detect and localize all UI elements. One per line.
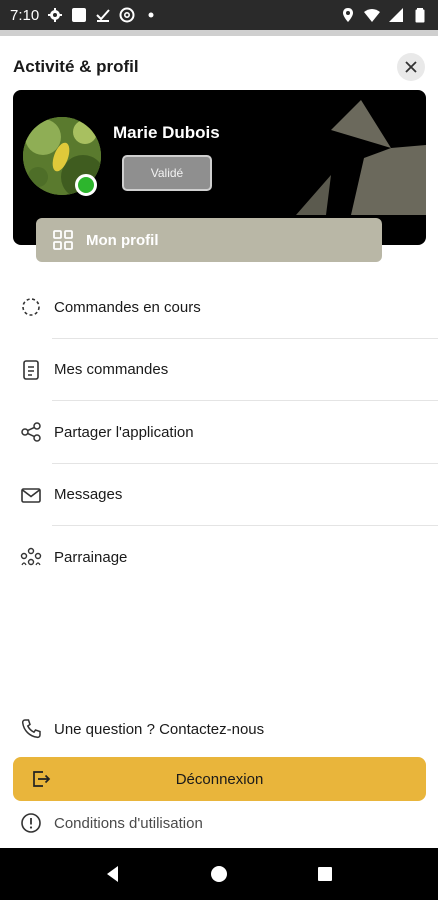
- menu-item-referral[interactable]: Parrainage: [0, 526, 438, 589]
- page-title: Activité & profil: [13, 57, 139, 76]
- menu-item-share-app[interactable]: Partager l'application: [0, 401, 438, 464]
- header: Activité & profil: [13, 50, 425, 84]
- status-right: [340, 7, 428, 23]
- battery-icon: [412, 7, 428, 23]
- validated-button[interactable]: Validé: [122, 155, 212, 191]
- logout-button[interactable]: Déconnexion: [13, 757, 426, 801]
- location-icon: [340, 7, 356, 23]
- share-icon: [20, 421, 42, 443]
- logout-label: Déconnexion: [175, 770, 264, 788]
- menu-item-label: Commandes en cours: [54, 298, 201, 316]
- logout-icon: [33, 771, 51, 787]
- status-bar: 7:10: [0, 0, 438, 30]
- contact-label: Une question ? Contactez-nous: [54, 720, 265, 738]
- menu-item-label: Mes commandes: [54, 361, 169, 379]
- menu-item-my-orders[interactable]: Mes commandes: [0, 339, 438, 401]
- dot-icon: [143, 7, 159, 23]
- mail-icon: [20, 484, 42, 506]
- menu-item-messages[interactable]: Messages: [0, 464, 438, 526]
- back-triangle-icon: [107, 866, 118, 882]
- menu-item-label: Partager l'application: [54, 423, 194, 441]
- contact-link[interactable]: Une question ? Contactez-nous: [20, 718, 264, 740]
- navigation-bar: [0, 848, 438, 900]
- menu-list: Commandes en cours Mes commandes Partage…: [0, 276, 438, 589]
- group-icon: [20, 546, 42, 568]
- close-button[interactable]: [397, 53, 425, 81]
- phone-icon: [21, 719, 41, 739]
- user-name: Marie Dubois: [113, 123, 220, 142]
- terms-label: Conditions d'utilisation: [54, 814, 203, 832]
- online-status-indicator: [75, 174, 97, 196]
- menu-item-current-orders[interactable]: Commandes en cours: [0, 276, 438, 339]
- grid-icon: [53, 230, 73, 250]
- download-done-icon: [95, 7, 111, 23]
- at-sign-icon: [119, 7, 135, 23]
- settings-icon: [47, 7, 63, 23]
- square-icon: [71, 7, 87, 23]
- terms-link[interactable]: Conditions d'utilisation: [20, 812, 203, 834]
- nav-back-button[interactable]: [98, 859, 128, 889]
- status-divider: [0, 30, 438, 36]
- nav-recents-button[interactable]: [310, 859, 340, 889]
- my-profile-button[interactable]: Mon profil: [36, 218, 382, 262]
- info-icon: [21, 813, 41, 833]
- status-left: 7:10: [10, 7, 159, 24]
- wifi-icon: [364, 7, 380, 23]
- status-time: 7:10: [10, 6, 40, 24]
- nav-home-button[interactable]: [204, 859, 234, 889]
- home-circle-icon: [211, 866, 227, 882]
- close-icon: [405, 61, 417, 73]
- document-icon: [20, 359, 42, 381]
- menu-item-label: Parrainage: [54, 548, 128, 566]
- recents-square-icon: [318, 867, 332, 881]
- loading-circle-icon: [20, 296, 42, 318]
- my-profile-label: Mon profil: [86, 231, 159, 249]
- menu-item-label: Messages: [54, 486, 123, 504]
- signal-icon: [388, 7, 404, 23]
